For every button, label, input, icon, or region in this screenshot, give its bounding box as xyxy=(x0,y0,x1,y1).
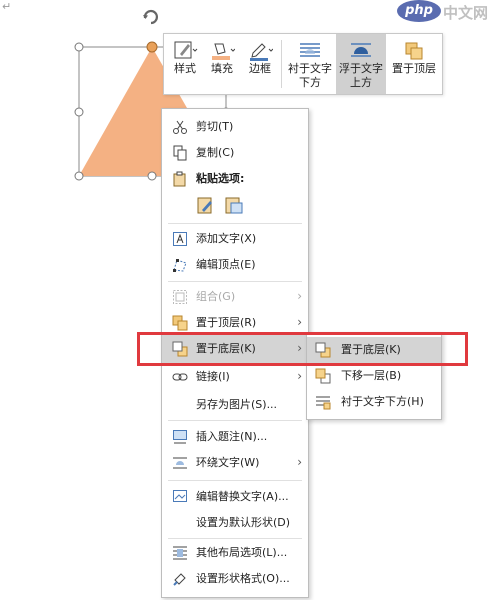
menu-item-group[interactable]: 组合(G) › xyxy=(162,283,308,311)
add-text-label: 添加文字(X) xyxy=(196,232,257,245)
toolbar-separator xyxy=(281,40,282,88)
paste-options-label: 粘贴选项: xyxy=(196,172,245,185)
menu-separator xyxy=(168,480,302,481)
submenu-item-send-behind-text[interactable]: 衬于文字下方(H) xyxy=(307,389,441,415)
menu-item-wrap-text[interactable]: 环绕文字(W) › xyxy=(162,449,308,477)
rotate-handle-icon[interactable] xyxy=(140,6,162,28)
paint-bucket-icon xyxy=(212,43,235,60)
submenu-send-behind-text-label: 衬于文字下方(H) xyxy=(341,395,424,408)
menu-item-edit-points[interactable]: 编辑顶点(E) xyxy=(162,251,308,279)
send-backward-icon xyxy=(315,368,331,384)
save-as-picture-label: 另存为图片(S)... xyxy=(196,398,278,411)
chevron-right-icon: › xyxy=(297,315,302,329)
submenu-send-backward-label: 下移一层(B) xyxy=(341,369,402,382)
format-shape-icon xyxy=(173,573,186,586)
menu-item-add-text[interactable]: 添加文字(X) xyxy=(162,225,308,253)
fill-button[interactable]: 填充 xyxy=(204,34,240,94)
fill-label: 填充 xyxy=(211,62,233,75)
menu-item-format-shape[interactable]: 设置形状格式(O)... xyxy=(162,565,308,593)
watermark-text: 中文网 xyxy=(443,4,489,22)
menu-item-save-as-picture[interactable]: 另存为图片(S)... xyxy=(162,391,308,419)
paste-keep-format-icon[interactable] xyxy=(196,195,216,215)
menu-item-edit-alt-text[interactable]: 编辑替换文字(A)... xyxy=(162,483,308,511)
layout-options-icon xyxy=(173,546,187,560)
outline-label: 边框 xyxy=(249,62,271,75)
edit-alt-text-label: 编辑替换文字(A)... xyxy=(196,490,289,503)
behind-text-icon xyxy=(316,396,331,410)
mini-toolbar: 样式 填充 边框 衬于文字 下方 浮于文字 上方 置于顶层 xyxy=(163,33,443,95)
menu-item-insert-caption[interactable]: 插入题注(N)... xyxy=(162,423,308,451)
more-layout-options-label: 其他布局选项(L)... xyxy=(196,546,288,559)
watermark-logo: php xyxy=(397,0,441,22)
menu-separator xyxy=(168,281,302,282)
copy-label: 复制(C) xyxy=(196,146,235,159)
bring-to-front-icon xyxy=(405,42,423,60)
cut-label: 剪切(T) xyxy=(196,120,234,133)
menu-separator xyxy=(168,420,302,421)
scissors-icon xyxy=(173,120,187,134)
copy-icon xyxy=(173,145,187,161)
menu-item-set-default-shape[interactable]: 设置为默认形状(D) xyxy=(162,509,308,537)
bring-to-front-icon xyxy=(172,315,188,331)
behind-text-icon xyxy=(300,43,320,57)
group-icon xyxy=(173,290,187,304)
shape-style-icon xyxy=(174,41,198,59)
alt-text-icon xyxy=(173,490,187,502)
bring-to-front-label: 置于顶层 xyxy=(392,62,436,75)
style-label: 样式 xyxy=(174,62,196,75)
bring-to-front-label: 置于顶层(R) xyxy=(196,316,257,329)
paste-picture-icon[interactable] xyxy=(224,195,244,215)
caption-icon xyxy=(173,430,187,444)
in-front-label-2: 上方 xyxy=(350,76,372,89)
menu-separator xyxy=(168,223,302,224)
paragraph-mark: ↵ xyxy=(2,0,12,13)
bring-to-front-button[interactable]: 置于顶层 xyxy=(389,34,439,94)
menu-item-more-layout-options[interactable]: 其他布局选项(L)... xyxy=(162,539,308,567)
menu-item-paste-options: 粘贴选项: xyxy=(162,165,308,193)
format-shape-label: 设置形状格式(O)... xyxy=(196,572,290,585)
chevron-right-icon: › xyxy=(297,455,302,469)
in-front-of-text-icon xyxy=(351,43,371,57)
behind-text-label-2: 下方 xyxy=(299,76,321,89)
text-box-icon xyxy=(173,232,187,246)
pen-outline-icon xyxy=(250,43,273,61)
behind-text-label-1: 衬于文字 xyxy=(288,62,332,75)
paste-options-row xyxy=(196,193,256,217)
menu-item-link[interactable]: 链接(I) › xyxy=(162,363,308,391)
chevron-right-icon: › xyxy=(297,369,302,383)
submenu-item-send-backward[interactable]: 下移一层(B) xyxy=(307,363,441,389)
style-button[interactable]: 样式 xyxy=(168,34,202,94)
set-default-shape-label: 设置为默认形状(D) xyxy=(196,516,291,529)
highlight-annotation-box xyxy=(137,332,468,366)
clipboard-icon xyxy=(173,171,186,187)
behind-text-button[interactable]: 衬于文字 下方 xyxy=(285,34,335,94)
menu-item-copy[interactable]: 复制(C) xyxy=(162,139,308,167)
edit-points-label: 编辑顶点(E) xyxy=(196,258,256,271)
in-front-label-1: 浮于文字 xyxy=(339,62,383,75)
insert-caption-label: 插入题注(N)... xyxy=(196,430,268,443)
link-label: 链接(I) xyxy=(196,370,230,383)
edit-points-icon xyxy=(173,259,187,272)
group-label: 组合(G) xyxy=(196,290,236,303)
in-front-of-text-button[interactable]: 浮于文字 上方 xyxy=(336,34,386,94)
chevron-right-icon: › xyxy=(297,289,302,303)
link-icon xyxy=(172,373,188,381)
wrap-text-label: 环绕文字(W) xyxy=(196,456,260,469)
menu-item-cut[interactable]: 剪切(T) xyxy=(162,113,308,141)
wrap-text-icon xyxy=(173,457,187,469)
outline-button[interactable]: 边框 xyxy=(242,34,278,94)
